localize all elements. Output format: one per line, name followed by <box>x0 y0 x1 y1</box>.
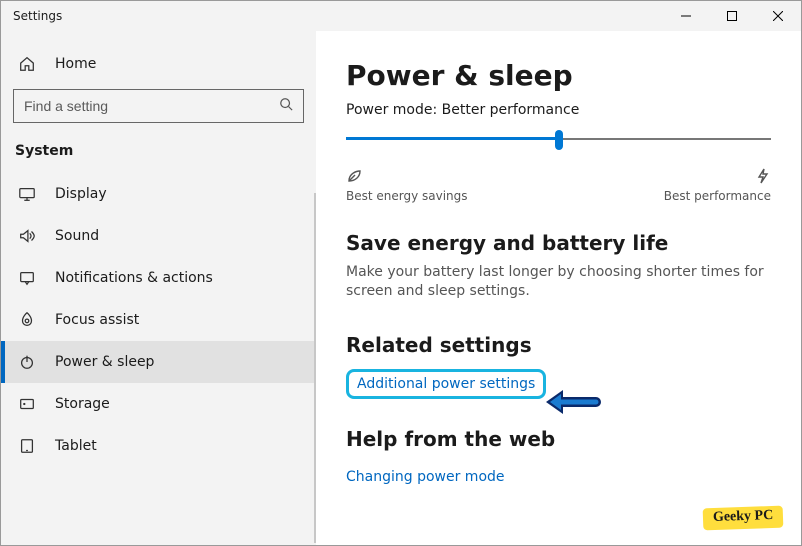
sidebar-item-storage[interactable]: Storage <box>1 383 316 425</box>
notifications-icon <box>17 269 37 287</box>
sidebar-item-label: Tablet <box>55 438 97 454</box>
save-energy-heading: Save energy and battery life <box>346 231 771 255</box>
sidebar-item-label: Sound <box>55 228 99 244</box>
sidebar-item-label: Display <box>55 186 107 202</box>
minimize-button[interactable] <box>663 1 709 31</box>
section-label-system: System <box>1 137 316 173</box>
display-icon <box>17 185 37 203</box>
sidebar-item-power-sleep[interactable]: Power & sleep <box>1 341 316 383</box>
page-title: Power & sleep <box>346 59 771 92</box>
titlebar: Settings <box>1 1 801 31</box>
power-sleep-icon <box>17 353 37 371</box>
lightning-icon <box>755 168 771 187</box>
sidebar-item-notifications[interactable]: Notifications & actions <box>1 257 316 299</box>
tablet-icon <box>17 437 37 455</box>
slider-thumb[interactable] <box>555 130 563 150</box>
sidebar-item-tablet[interactable]: Tablet <box>1 425 316 467</box>
home-nav[interactable]: Home <box>1 47 316 81</box>
slider-track-empty <box>559 138 772 140</box>
sidebar-item-label: Power & sleep <box>55 354 154 370</box>
maximize-button[interactable] <box>709 1 755 31</box>
sidebar-item-focus-assist[interactable]: Focus assist <box>1 299 316 341</box>
annotation-arrow <box>541 385 601 423</box>
search-input[interactable] <box>24 98 279 114</box>
home-icon <box>17 55 37 73</box>
slider-labels: Best energy savings Best performance <box>346 168 771 203</box>
sound-icon <box>17 227 37 245</box>
power-mode-label: Power mode: Better performance <box>346 102 771 118</box>
slider-track-filled <box>346 137 559 140</box>
sidebar-item-sound[interactable]: Sound <box>1 215 316 257</box>
related-settings-heading: Related settings <box>346 333 771 357</box>
additional-power-settings-link[interactable]: Additional power settings <box>357 376 535 392</box>
content-pane: Power & sleep Power mode: Better perform… <box>316 31 801 545</box>
search-icon <box>279 97 293 115</box>
leaf-icon <box>346 168 468 187</box>
window-controls <box>663 1 801 31</box>
watermark: Geeky PC <box>703 507 783 529</box>
storage-icon <box>17 395 37 413</box>
window-title: Settings <box>13 9 62 23</box>
sidebar-item-display[interactable]: Display <box>1 173 316 215</box>
window-body: Home System Display Sound Notifications & … <box>1 31 801 545</box>
save-energy-body: Make your battery last longer by choosin… <box>346 263 771 301</box>
close-button[interactable] <box>755 1 801 31</box>
sidebar-item-label: Storage <box>55 396 110 412</box>
settings-window: Settings Home <box>0 0 802 546</box>
slider-label-left: Best energy savings <box>346 168 468 203</box>
annotation-highlight-box: Additional power settings <box>346 369 546 399</box>
sidebar-item-label: Notifications & actions <box>55 270 213 286</box>
sidebar: Home System Display Sound Notifications & … <box>1 31 316 545</box>
home-label: Home <box>55 56 96 72</box>
slider-label-right: Best performance <box>664 168 771 203</box>
sidebar-item-label: Focus assist <box>55 312 139 328</box>
changing-power-mode-link[interactable]: Changing power mode <box>346 469 505 485</box>
search-box[interactable] <box>13 89 304 123</box>
nav-list: Display Sound Notifications & actions Focus… <box>1 173 316 545</box>
power-mode-slider[interactable] <box>346 126 771 162</box>
help-from-web-heading: Help from the web <box>346 427 771 451</box>
focus-assist-icon <box>17 311 37 329</box>
selection-indicator <box>1 341 5 383</box>
